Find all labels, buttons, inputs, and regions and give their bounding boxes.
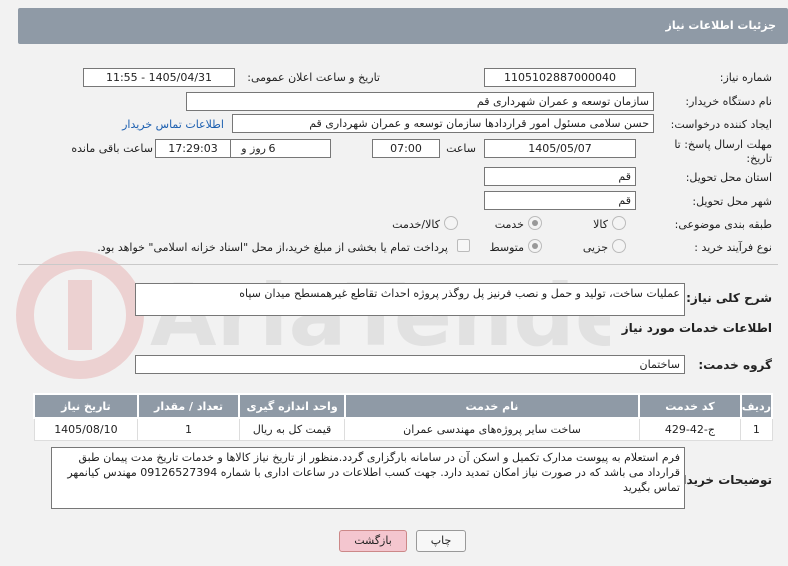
requester-field: حسن سلامی مسئول امور قراردادها سازمان تو… (232, 114, 654, 133)
summary-textarea[interactable]: عملیات ساخت، تولید و حمل و نصب فرنیز پل … (135, 283, 685, 316)
need-number-field: 1105102887000040 (484, 68, 636, 87)
table-row: 1 ج-42-429 ساخت سایر پروژه‌های مهندسی عم… (33, 417, 773, 441)
cell-code: ج-42-429 (638, 417, 742, 441)
process-radio-minor[interactable] (612, 239, 626, 253)
print-button[interactable]: چاپ (416, 530, 466, 552)
city-label: شهر محل تحویل: (692, 195, 772, 208)
category-radio-goods-service[interactable] (444, 216, 458, 230)
city-field: قم (484, 191, 636, 210)
services-table: ردیف کد خدمت نام خدمت واحد اندازه گیری ت… (33, 393, 774, 441)
buyer-org-field: سازمان توسعه و عمران شهرداری قم (186, 92, 654, 111)
category-option-goods-service: کالا/خدمت (392, 218, 440, 231)
page-title: جزئیات اطلاعات نیاز (665, 19, 777, 32)
cell-qty: 1 (137, 417, 240, 441)
category-option-goods: کالا (593, 218, 608, 231)
col-row: ردیف (739, 393, 774, 419)
process-type-label: نوع فرآیند خرید : (694, 241, 772, 254)
requester-label: ایجاد کننده درخواست: (670, 118, 772, 131)
category-radio-goods[interactable] (612, 216, 626, 230)
services-section-title: اطلاعات خدمات مورد نیاز (621, 321, 772, 335)
divider (18, 264, 778, 265)
svg-text:AriaTender.neT: AriaTender.neT (150, 266, 610, 366)
col-date: تاریخ نیاز (33, 393, 139, 419)
cell-unit: قیمت کل به ریال (238, 417, 346, 441)
cell-row: 1 (740, 417, 773, 441)
days-label: روز و (241, 142, 266, 155)
cell-name: ساخت سایر پروژه‌های مهندسی عمران (344, 417, 640, 441)
back-button[interactable]: بازگشت (339, 530, 407, 552)
category-option-service: خدمت (494, 218, 524, 231)
contact-buyer-link[interactable]: اطلاعات تماس خریدار (122, 118, 224, 131)
deadline-date-field: 1405/05/07 (484, 139, 636, 158)
deadline-time-field: 07:00 (372, 139, 440, 158)
process-radio-medium[interactable] (528, 239, 542, 253)
process-option-minor: جزیی (582, 241, 608, 254)
province-field: قم (484, 167, 636, 186)
buyer-notes-textarea[interactable]: فرم استعلام به پیوست مدارک تکمیل و اسکن … (51, 447, 685, 509)
col-name: نام خدمت (343, 393, 641, 419)
service-group-label: گروه خدمت: (698, 358, 772, 372)
province-label: استان محل تحویل: (685, 171, 772, 184)
remaining-time-label: ساعت باقی مانده (71, 142, 153, 155)
col-code: کد خدمت (638, 393, 742, 419)
category-label: طبقه بندی موضوعی: (674, 218, 772, 231)
service-group-field: ساختمان (135, 355, 685, 374)
deadline-label: مهلت ارسال پاسخ: تا (674, 138, 772, 151)
announce-field: 1405/04/31 - 11:55 (83, 68, 235, 87)
treasury-payment-note: پرداخت تمام یا بخشی از مبلغ خرید،از محل … (97, 241, 448, 254)
deadline-label-date: تاریخ: (746, 152, 772, 165)
announce-label: تاریخ و ساعت اعلان عمومی: (247, 71, 380, 84)
cell-date: 1405/08/10 (33, 417, 139, 441)
deadline-time-label: ساعت (446, 142, 476, 155)
buyer-notes-label: توضیحات خریدار: (670, 473, 772, 487)
need-number-label: شماره نیاز: (719, 71, 772, 84)
treasury-payment-checkbox[interactable] (457, 239, 470, 252)
buyer-org-label: نام دستگاه خریدار: (685, 95, 772, 108)
remaining-time-field: 17:29:03 (155, 139, 231, 158)
summary-label: شرح کلی نیاز: (686, 291, 772, 305)
category-radio-service[interactable] (528, 216, 542, 230)
process-option-medium: متوسط (489, 241, 524, 254)
page-title-bar: جزئیات اطلاعات نیاز (18, 8, 788, 44)
table-header-row: ردیف کد خدمت نام خدمت واحد اندازه گیری ت… (33, 393, 774, 419)
col-unit: واحد اندازه گیری (238, 393, 346, 419)
col-qty: تعداد / مقدار (136, 393, 241, 419)
